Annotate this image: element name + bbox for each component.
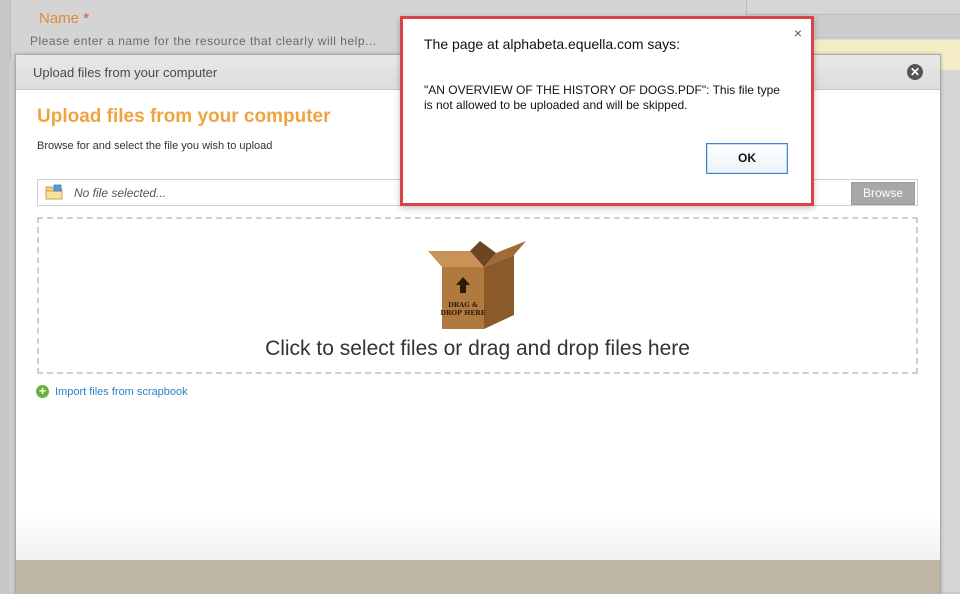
modal-footer-fade xyxy=(16,515,940,560)
upload-heading: Upload files from your computer xyxy=(37,106,331,127)
drop-zone[interactable]: DRAG & DROP HERE Click to select files o… xyxy=(37,217,918,374)
background-left-strip xyxy=(0,0,10,592)
alert-message: "AN OVERVIEW OF THE HISTORY OF DOGS.PDF"… xyxy=(424,83,780,112)
alert-title: The page at alphabeta.equella.com says: xyxy=(424,36,681,52)
name-field-hint: Please enter a name for the resource tha… xyxy=(30,34,377,48)
ok-button[interactable]: OK xyxy=(706,143,788,174)
plus-circle-icon: + xyxy=(36,385,49,398)
file-placeholder-text: No file selected... xyxy=(74,186,167,200)
cardboard-box-icon: DRAG & DROP HERE xyxy=(428,241,526,329)
box-label-line1: DRAG & xyxy=(448,301,478,309)
alert-close-icon[interactable]: × xyxy=(794,25,802,41)
modal-footer xyxy=(16,560,940,594)
close-icon[interactable]: ✕ xyxy=(907,64,923,80)
import-link-label: Import files from scrapbook xyxy=(55,386,188,398)
import-scrapbook-link[interactable]: + Import files from scrapbook xyxy=(36,385,188,398)
upload-instructions: Browse for and select the file you wish … xyxy=(37,140,273,152)
modal-title: Upload files from your computer xyxy=(33,65,218,80)
box-label-line2: DROP HERE xyxy=(440,309,485,317)
alert-dialog: The page at alphabeta.equella.com says: … xyxy=(400,16,814,206)
drop-zone-text: Click to select files or drag and drop f… xyxy=(265,337,690,360)
folder-icon xyxy=(45,184,63,200)
browse-button[interactable]: Browse xyxy=(851,182,915,205)
name-field-label: Name * xyxy=(39,10,90,27)
